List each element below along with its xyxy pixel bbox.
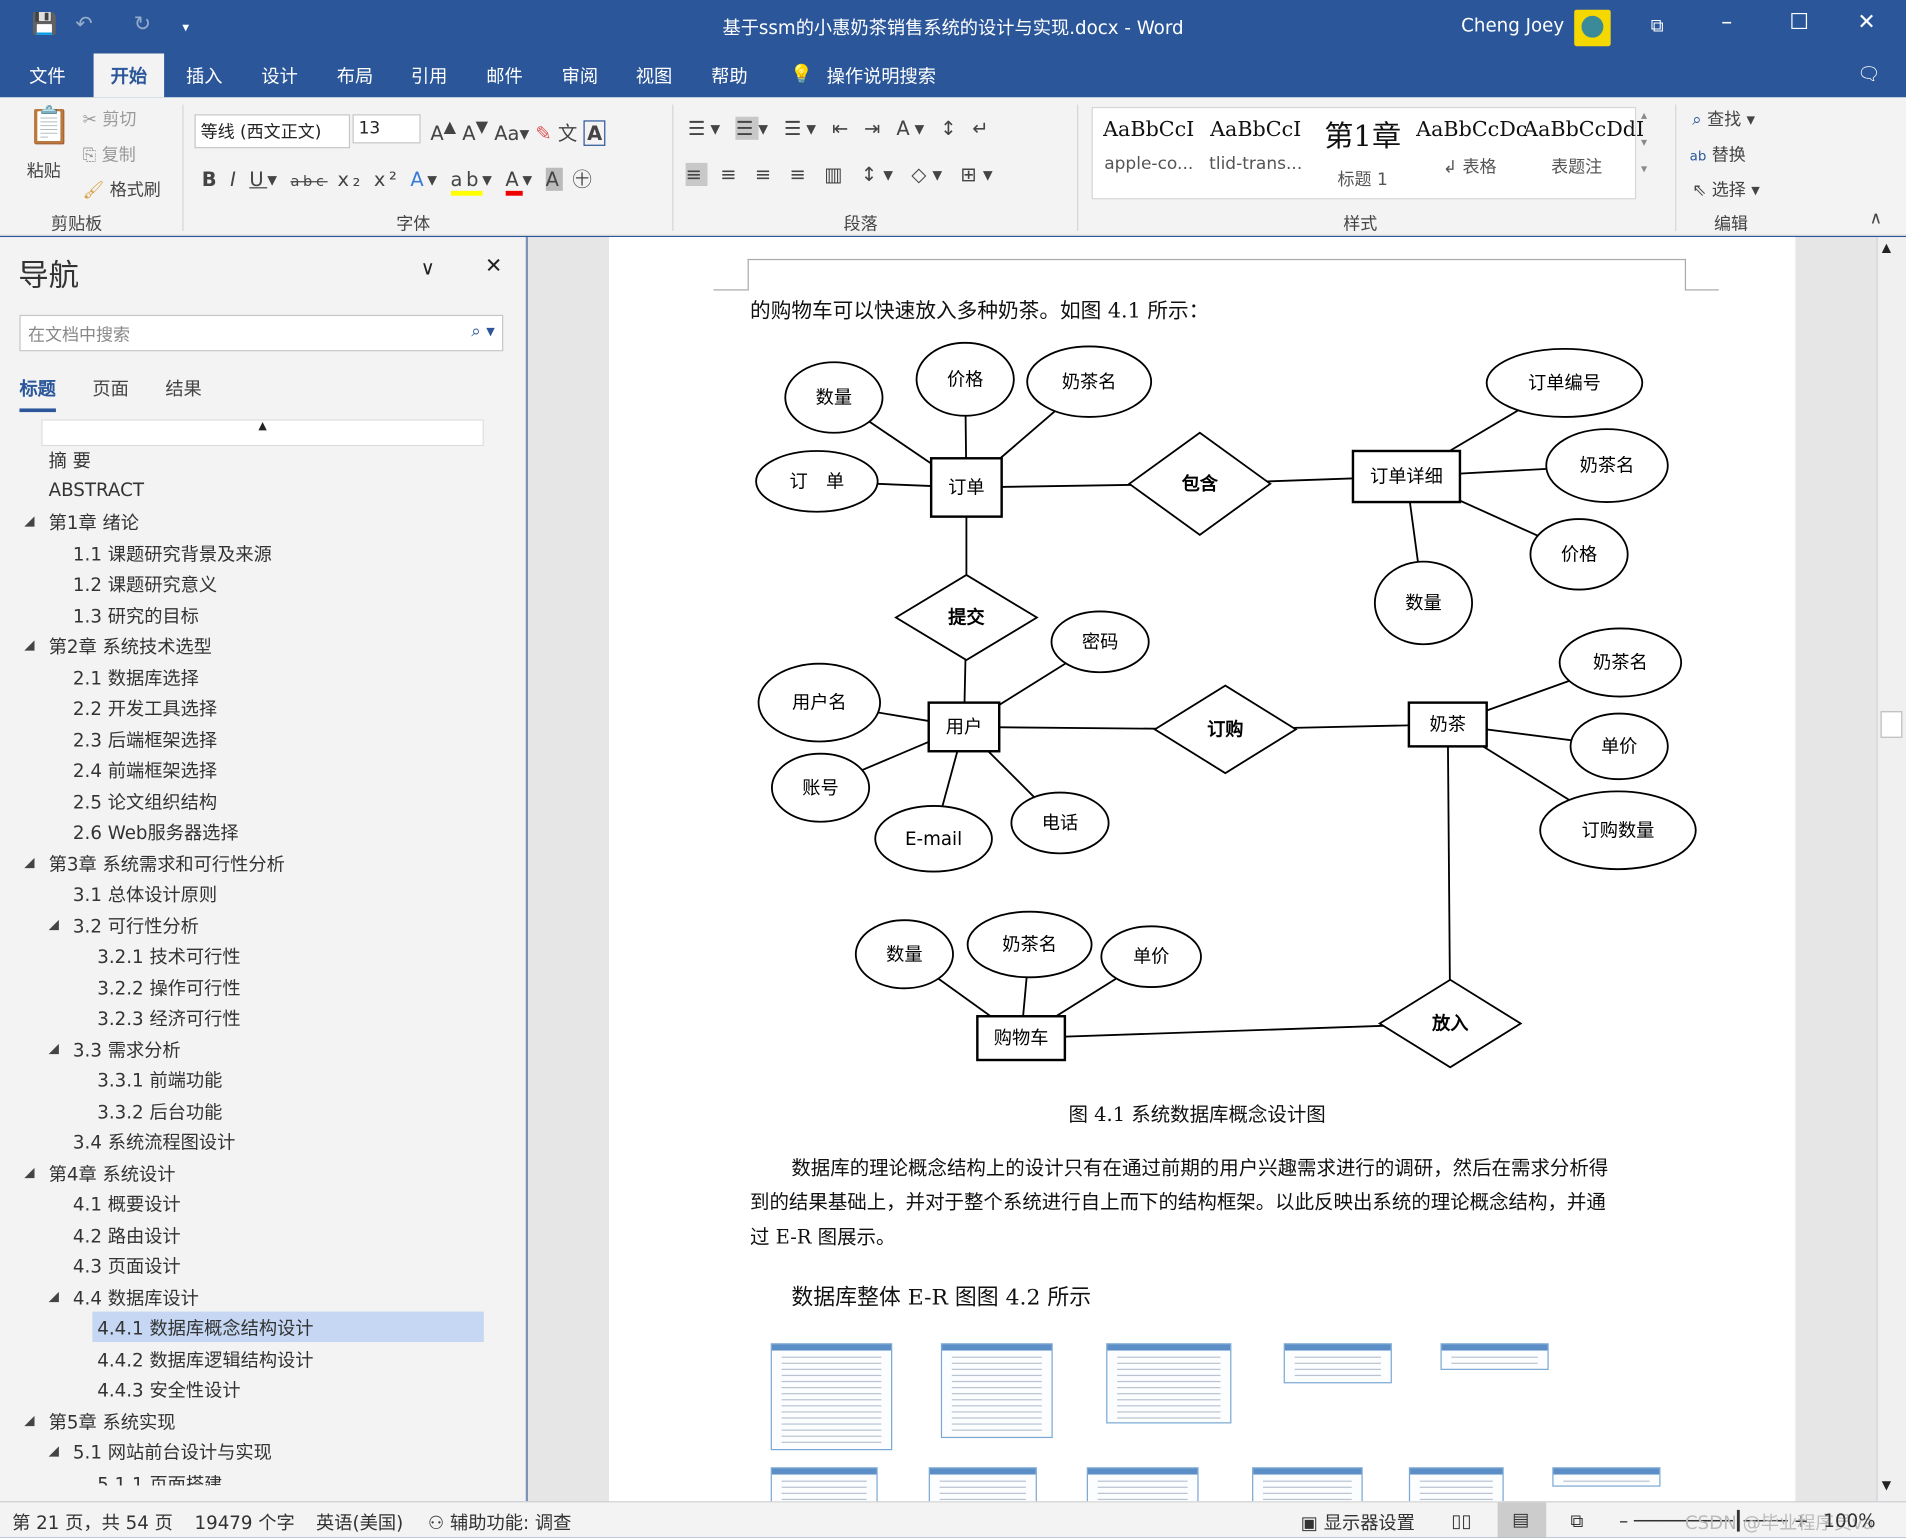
- status-bar: 第 21 页，共 54 页 19479 个字 英语(美国) ⚇ 辅助功能: 调查…: [0, 1501, 1906, 1538]
- er-attribute-label: E-mail: [905, 829, 962, 850]
- er-entity-label: 购物车: [994, 1028, 1049, 1049]
- er-attribute-label: 奶茶名: [1593, 653, 1648, 674]
- er-attribute-label: 用户名: [792, 693, 847, 714]
- er-relationship-label: 订购: [1207, 718, 1243, 740]
- print-layout-icon[interactable]: ▤: [1497, 1502, 1547, 1538]
- er-connector: [1446, 724, 1452, 1024]
- word-count[interactable]: 19479 个字: [194, 1510, 294, 1536]
- web-layout-icon[interactable]: ⧉: [1571, 1510, 1584, 1532]
- er-attribute-label: 价格: [1561, 544, 1597, 565]
- er-attribute-label: 账号: [802, 778, 838, 799]
- zoom-level[interactable]: 100%: [1823, 1510, 1875, 1532]
- er-entity-label: 用户: [946, 717, 982, 738]
- er-attribute-label: 数量: [816, 388, 852, 409]
- er-attribute-label: 订 单: [790, 471, 845, 492]
- er-attribute-label: 价格: [947, 369, 983, 390]
- scroll-thumb[interactable]: [1880, 711, 1903, 738]
- accessibility-icon: ⚇: [427, 1512, 445, 1535]
- accessibility-status[interactable]: ⚇ 辅助功能: 调查: [428, 1510, 572, 1536]
- er-entity-label: 订单: [948, 478, 984, 499]
- er-relationship-label: 放入: [1431, 1013, 1469, 1035]
- display-settings[interactable]: ▣ 显示器设置: [1301, 1510, 1415, 1536]
- er-attribute-label: 订购数量: [1582, 820, 1655, 841]
- er-attribute-label: 密码: [1082, 632, 1118, 653]
- language[interactable]: 英语(美国): [316, 1510, 403, 1536]
- read-mode-icon[interactable]: ▯▯: [1451, 1510, 1471, 1532]
- er-attribute-label: 订单编号: [1528, 373, 1601, 394]
- er-diagram: 订单订单详细用户 奶茶购物车包含提交订购放入数量价格 奶茶名订 单订单编号奶茶名价格…: [755, 341, 1697, 1069]
- er-attribute-label: 单价: [1601, 736, 1637, 757]
- er-attribute-label: 数量: [1405, 593, 1441, 614]
- er-relationship-label: 包含: [1182, 473, 1219, 495]
- er-attribute-label: 奶茶名: [1062, 372, 1117, 393]
- er-attribute-label: 奶茶名: [1002, 935, 1057, 956]
- er-attribute-label: 电话: [1042, 813, 1078, 834]
- er-relationship-label: 提交: [948, 607, 985, 629]
- er-attribute-label: 数量: [886, 944, 922, 965]
- vertical-scrollbar[interactable]: ▲ ▼: [1876, 237, 1906, 1502]
- er-attribute-label: 奶茶名: [1580, 456, 1635, 477]
- er-attribute-label: 单价: [1133, 947, 1169, 968]
- er-entity-label: 订单详细: [1370, 467, 1443, 488]
- er-entity-label: 奶茶: [1430, 715, 1466, 736]
- page-count[interactable]: 第 21 页，共 54 页: [12, 1510, 173, 1536]
